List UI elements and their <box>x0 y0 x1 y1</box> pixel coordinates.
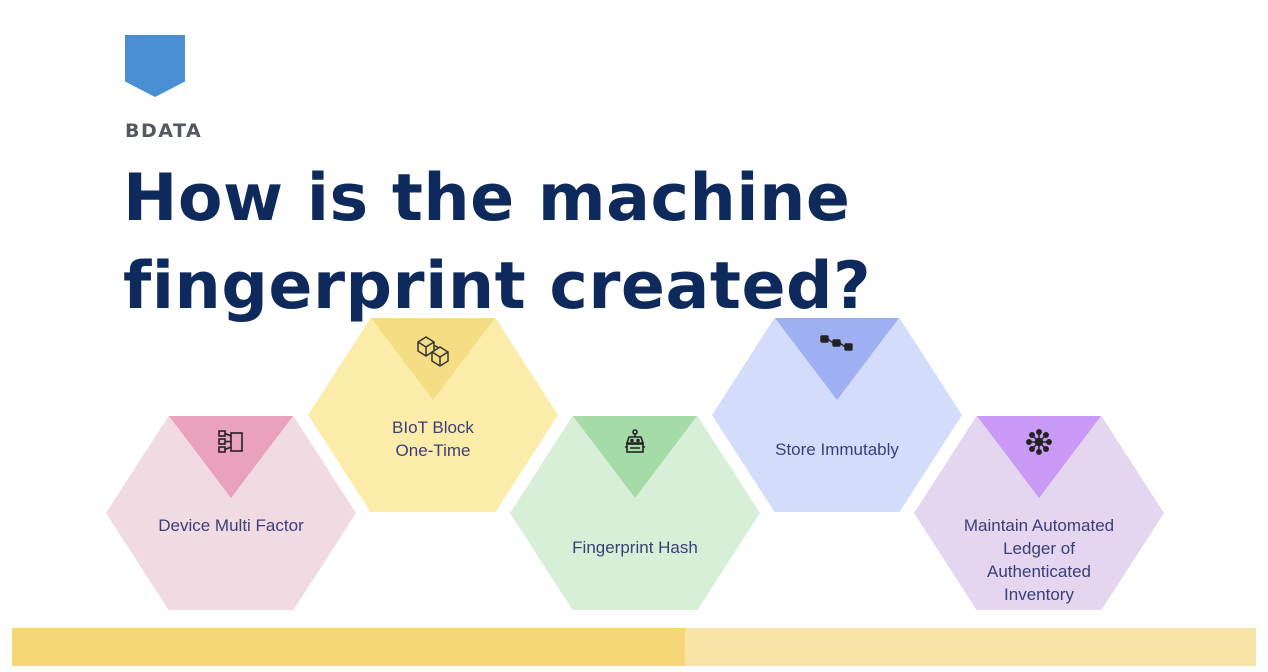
robot-icon <box>621 428 649 456</box>
step-label: Store Immutably <box>775 440 899 459</box>
step-hex-store-immutably: Store Immutably <box>712 318 962 512</box>
step-hex-fingerprint-hash: Fingerprint Hash <box>510 416 760 610</box>
bookmark-icon <box>125 35 185 97</box>
page-title: How is the machine fingerprint created? <box>123 155 871 331</box>
chain-icon <box>819 330 855 358</box>
footer-bar-left <box>12 628 685 666</box>
flowchart-icon <box>217 428 245 456</box>
step-hex-maintain-ledger: Maintain Automated Ledger of Authenticat… <box>914 416 1164 610</box>
step-label: BIoT Block One-Time <box>392 418 474 460</box>
step-hex-biot-block: BIoT Block One-Time <box>308 318 558 512</box>
blocks-icon <box>414 332 454 372</box>
brand-label: BDATA <box>125 120 203 142</box>
step-hex-device-multi-factor: Device Multi Factor <box>106 416 356 610</box>
footer-bar-right <box>685 628 1256 666</box>
step-label: Maintain Automated Ledger of Authenticat… <box>963 516 1115 604</box>
step-label: Device Multi Factor <box>158 516 304 535</box>
network-icon <box>1025 428 1053 456</box>
title-line-1: How is the machine <box>123 161 851 236</box>
title-line-2: fingerprint created? <box>123 249 872 324</box>
step-label: Fingerprint Hash <box>572 538 698 557</box>
